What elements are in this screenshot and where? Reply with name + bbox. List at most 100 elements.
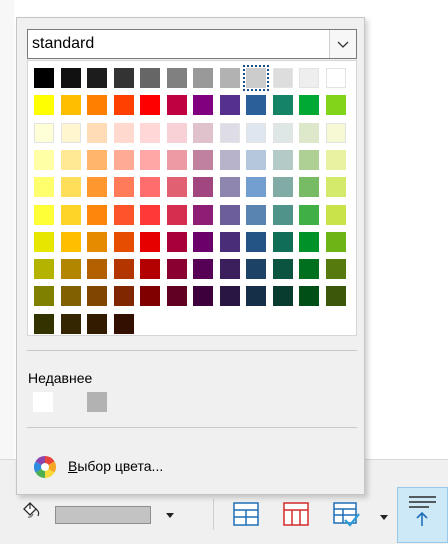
color-swatch[interactable] (113, 231, 134, 252)
palette-select[interactable]: standard (27, 29, 357, 59)
color-swatch[interactable] (193, 177, 213, 198)
color-swatch[interactable] (140, 122, 160, 143)
color-swatch[interactable] (87, 204, 107, 225)
color-swatch[interactable] (140, 68, 160, 88)
color-swatch[interactable] (113, 204, 134, 225)
color-swatch[interactable] (34, 68, 54, 88)
color-swatch[interactable] (166, 95, 187, 116)
table-autoformat-icon[interactable] (331, 499, 361, 529)
color-swatch[interactable] (325, 149, 346, 170)
color-swatch[interactable] (272, 68, 293, 88)
color-swatch[interactable] (140, 95, 160, 116)
color-swatch[interactable] (325, 286, 346, 307)
recent-color-swatch[interactable] (87, 392, 107, 412)
color-swatch[interactable] (34, 95, 54, 116)
color-swatch[interactable] (166, 231, 187, 252)
color-swatch[interactable] (325, 259, 346, 280)
color-swatch[interactable] (60, 177, 81, 198)
color-swatch[interactable] (34, 204, 54, 225)
color-swatch[interactable] (140, 204, 160, 225)
color-swatch[interactable] (299, 259, 319, 280)
color-swatch[interactable] (193, 259, 213, 280)
color-swatch[interactable] (219, 95, 240, 116)
color-swatch[interactable] (272, 177, 293, 198)
color-swatch[interactable] (113, 122, 134, 143)
color-swatch[interactable] (193, 204, 213, 225)
color-swatch[interactable] (60, 204, 81, 225)
color-swatch[interactable] (140, 231, 160, 252)
color-swatch[interactable] (34, 231, 54, 252)
color-swatch[interactable] (219, 286, 240, 307)
color-swatch[interactable] (113, 313, 134, 334)
color-swatch[interactable] (219, 149, 240, 170)
color-swatch[interactable] (272, 204, 293, 225)
color-swatch[interactable] (219, 122, 240, 143)
color-swatch[interactable] (299, 122, 319, 143)
color-swatch[interactable] (325, 68, 346, 88)
color-swatch[interactable] (87, 286, 107, 307)
color-swatch[interactable] (87, 259, 107, 280)
color-swatch[interactable] (60, 313, 81, 334)
color-swatch[interactable] (60, 286, 81, 307)
autoformat-dropdown-icon[interactable] (378, 511, 390, 523)
color-swatch[interactable] (299, 231, 319, 252)
color-swatch[interactable] (219, 259, 240, 280)
color-swatch[interactable] (113, 177, 134, 198)
color-swatch[interactable] (34, 149, 54, 170)
color-swatch[interactable] (219, 231, 240, 252)
color-swatch[interactable] (166, 122, 187, 143)
color-swatch[interactable] (166, 286, 187, 307)
color-swatch[interactable] (246, 259, 266, 280)
color-swatch[interactable] (34, 313, 54, 334)
color-swatch[interactable] (193, 286, 213, 307)
current-color-indicator[interactable] (55, 506, 151, 524)
color-swatch[interactable] (140, 286, 160, 307)
color-swatch[interactable] (272, 259, 293, 280)
color-swatch[interactable] (299, 204, 319, 225)
color-swatch[interactable] (299, 95, 319, 116)
color-swatch[interactable] (140, 259, 160, 280)
color-swatch[interactable] (60, 68, 81, 88)
color-swatch[interactable] (246, 231, 266, 252)
color-swatch[interactable] (87, 177, 107, 198)
color-swatch[interactable] (113, 149, 134, 170)
color-swatch[interactable] (219, 177, 240, 198)
color-swatch[interactable] (325, 231, 346, 252)
color-swatch[interactable] (60, 149, 81, 170)
color-swatch[interactable] (272, 95, 293, 116)
color-swatch[interactable] (140, 149, 160, 170)
color-swatch[interactable] (193, 231, 213, 252)
color-swatch[interactable] (166, 68, 187, 88)
color-swatch[interactable] (219, 204, 240, 225)
color-swatch[interactable] (166, 177, 187, 198)
color-swatch[interactable] (272, 286, 293, 307)
color-swatch[interactable] (140, 177, 160, 198)
color-swatch[interactable] (193, 149, 213, 170)
table-borders-icon[interactable] (231, 499, 261, 529)
color-swatch[interactable] (87, 95, 107, 116)
table-red-borders-icon[interactable] (281, 499, 311, 529)
color-swatch[interactable] (113, 286, 134, 307)
color-dropdown-icon[interactable] (163, 508, 177, 522)
color-swatch[interactable] (113, 95, 134, 116)
color-swatch[interactable] (272, 149, 293, 170)
color-swatch[interactable] (246, 177, 266, 198)
color-swatch[interactable] (272, 122, 293, 143)
chevron-down-icon[interactable] (329, 30, 356, 58)
color-swatch[interactable] (34, 259, 54, 280)
color-swatch[interactable] (87, 122, 107, 143)
color-swatch[interactable] (246, 95, 266, 116)
color-swatch[interactable] (60, 122, 81, 143)
color-swatch[interactable] (166, 149, 187, 170)
color-swatch[interactable] (299, 68, 319, 88)
color-swatch[interactable] (60, 259, 81, 280)
color-swatch[interactable] (246, 204, 266, 225)
color-swatch[interactable] (34, 286, 54, 307)
color-swatch[interactable] (325, 122, 346, 143)
color-swatch[interactable] (113, 259, 134, 280)
color-swatch[interactable] (87, 68, 107, 88)
color-swatch[interactable] (60, 95, 81, 116)
color-swatch[interactable] (246, 286, 266, 307)
color-swatch[interactable] (193, 95, 213, 116)
color-swatch[interactable] (299, 149, 319, 170)
